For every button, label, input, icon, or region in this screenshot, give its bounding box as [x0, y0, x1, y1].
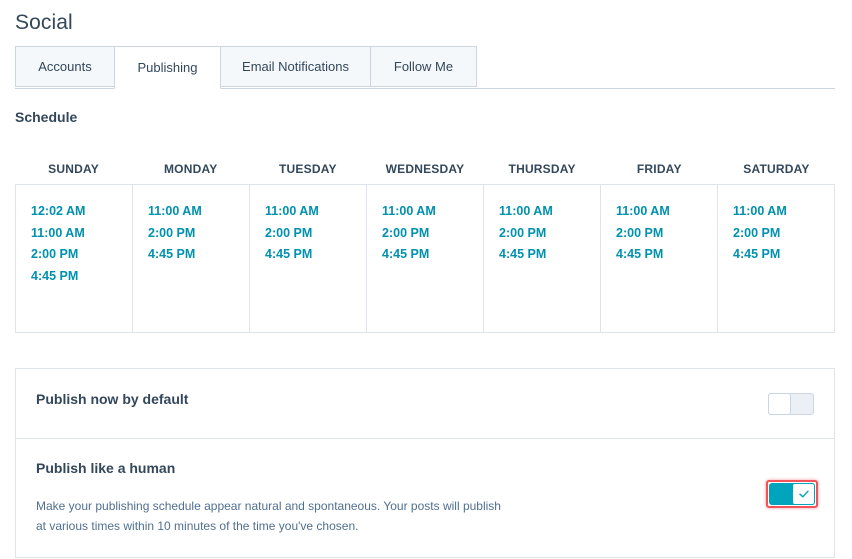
setting-row-publish-now: Publish now by default	[16, 369, 834, 439]
time-slot[interactable]: 4:45 PM	[499, 244, 600, 266]
toggle-knob	[768, 393, 791, 415]
setting-description: Make your publishing schedule appear nat…	[36, 496, 536, 536]
toggle-knob	[792, 483, 815, 505]
day-header-sunday: SUNDAY	[48, 162, 99, 176]
publish-like-human-toggle[interactable]	[769, 483, 815, 505]
publish-now-toggle[interactable]	[768, 393, 814, 415]
day-column-wednesday: 11:00 AM 2:00 PM 4:45 PM	[367, 185, 484, 332]
time-slot[interactable]: 4:45 PM	[382, 244, 483, 266]
day-column-sunday: 12:02 AM 11:00 AM 2:00 PM 4:45 PM	[16, 185, 133, 332]
day-header-monday: MONDAY	[163, 162, 218, 176]
page-title: Social	[15, 11, 73, 34]
tab-bar: Accounts Publishing Email Notifications …	[15, 46, 835, 89]
day-header-wednesday: WEDNESDAY	[385, 162, 465, 176]
time-slot[interactable]: 11:00 AM	[31, 223, 132, 245]
time-slot[interactable]: 11:00 AM	[148, 201, 249, 223]
tab-email-notifications[interactable]: Email Notifications	[220, 46, 371, 87]
settings-panel: Publish now by default Publish like a hu…	[15, 368, 835, 558]
time-slot[interactable]: 4:45 PM	[616, 244, 717, 266]
tab-publishing[interactable]: Publishing	[114, 46, 221, 89]
time-slot[interactable]: 4:45 PM	[31, 266, 132, 288]
day-column-tuesday: 11:00 AM 2:00 PM 4:45 PM	[250, 185, 367, 332]
day-header-tuesday: TUESDAY	[279, 162, 337, 176]
schedule-table: SUNDAY MONDAY TUESDAY WEDNESDAY THURSDAY…	[15, 154, 835, 333]
time-slot[interactable]: 2:00 PM	[265, 223, 366, 245]
setting-title-publish-like-human: Publish like a human	[36, 460, 176, 476]
time-slot[interactable]: 2:00 PM	[31, 244, 132, 266]
setting-title-publish-now: Publish now by default	[36, 391, 189, 407]
time-slot[interactable]: 11:00 AM	[499, 201, 600, 223]
time-slot[interactable]: 4:45 PM	[265, 244, 366, 266]
toggle-highlight	[766, 480, 818, 508]
schedule-heading: Schedule	[15, 109, 78, 125]
day-column-saturday: 11:00 AM 2:00 PM 4:45 PM	[718, 185, 834, 332]
day-grid: 12:02 AM 11:00 AM 2:00 PM 4:45 PM 11:00 …	[15, 184, 835, 333]
day-column-friday: 11:00 AM 2:00 PM 4:45 PM	[601, 185, 718, 332]
time-slot[interactable]: 2:00 PM	[382, 223, 483, 245]
day-column-monday: 11:00 AM 2:00 PM 4:45 PM	[133, 185, 250, 332]
time-slot[interactable]: 2:00 PM	[733, 223, 834, 245]
description-line-2: at various times within 10 minutes of th…	[36, 519, 359, 533]
check-icon	[798, 485, 809, 503]
time-slot[interactable]: 2:00 PM	[499, 223, 600, 245]
time-slot[interactable]: 2:00 PM	[148, 223, 249, 245]
day-header-saturday: SATURDAY	[743, 162, 810, 176]
setting-row-publish-like-human: Publish like a human Make your publishin…	[16, 439, 834, 559]
time-slot[interactable]: 11:00 AM	[265, 201, 366, 223]
time-slot[interactable]: 11:00 AM	[616, 201, 717, 223]
day-headers: SUNDAY MONDAY TUESDAY WEDNESDAY THURSDAY…	[15, 154, 835, 184]
time-slot[interactable]: 11:00 AM	[382, 201, 483, 223]
day-header-thursday: THURSDAY	[508, 162, 576, 176]
time-slot[interactable]: 4:45 PM	[733, 244, 834, 266]
day-header-friday: FRIDAY	[636, 162, 682, 176]
time-slot[interactable]: 2:00 PM	[616, 223, 717, 245]
time-slot[interactable]: 12:02 AM	[31, 201, 132, 223]
day-column-thursday: 11:00 AM 2:00 PM 4:45 PM	[484, 185, 601, 332]
tab-follow-me[interactable]: Follow Me	[370, 46, 477, 87]
tab-accounts[interactable]: Accounts	[15, 46, 115, 87]
time-slot[interactable]: 11:00 AM	[733, 201, 834, 223]
description-line-1: Make your publishing schedule appear nat…	[36, 499, 501, 513]
time-slot[interactable]: 4:45 PM	[148, 244, 249, 266]
